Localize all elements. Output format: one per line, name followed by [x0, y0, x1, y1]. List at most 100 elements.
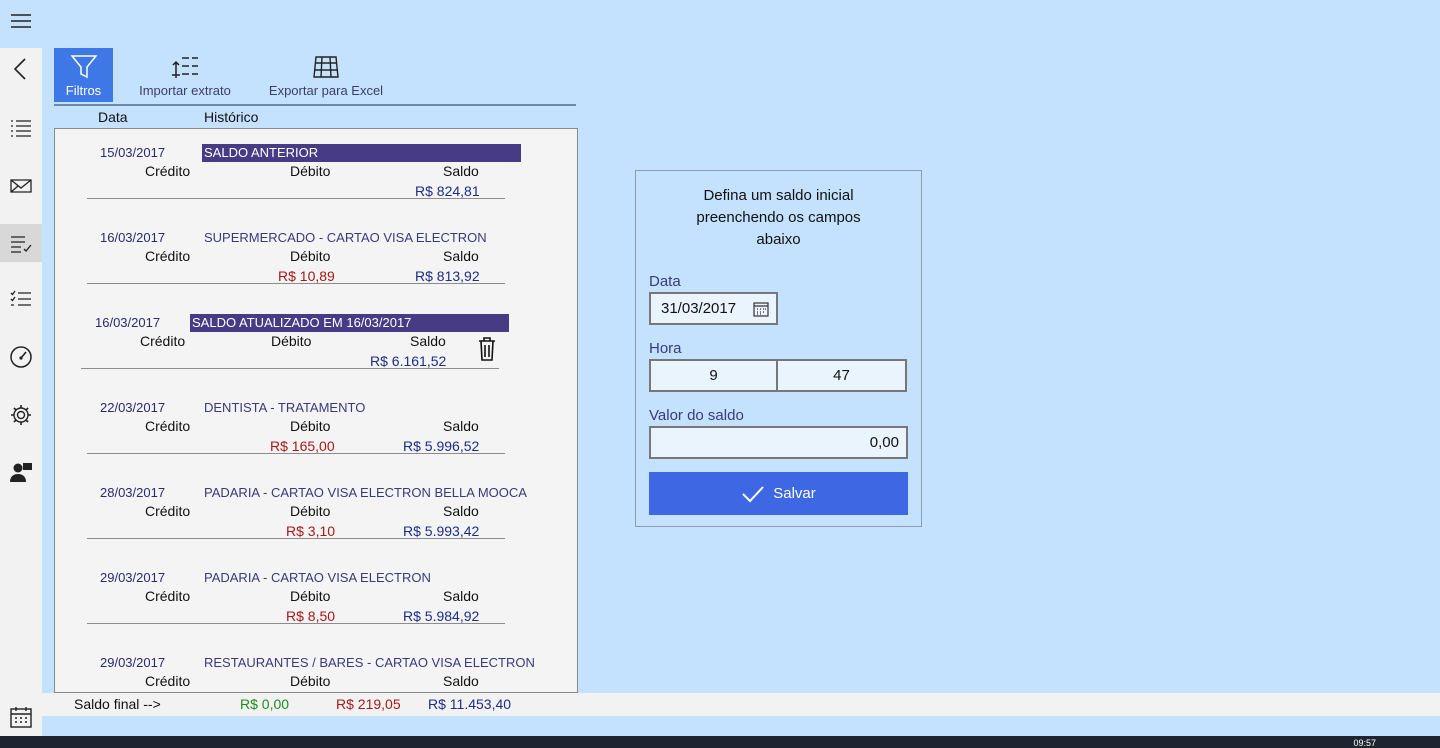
- list-item[interactable]: 22/03/2017 DENTISTA - TRATAMENTO Crédito…: [55, 384, 555, 469]
- entry-separator: [87, 623, 505, 624]
- saldo-label: Saldo: [410, 333, 446, 349]
- entry-date: 29/03/2017: [100, 655, 166, 670]
- salvar-button[interactable]: Salvar: [649, 472, 908, 515]
- nav-dashboard-button[interactable]: [0, 338, 42, 376]
- gear-icon: [11, 405, 31, 425]
- credito-label: Crédito: [145, 163, 191, 179]
- entry-separator: [81, 368, 499, 369]
- entry-historico: PADARIA - CARTAO VISA ELECTRON: [204, 570, 431, 585]
- nav-calendar-button[interactable]: [0, 698, 42, 736]
- debito-label: Débito: [290, 503, 331, 519]
- entry-date: 16/03/2017: [100, 230, 166, 245]
- filtros-label: Filtros: [65, 83, 102, 98]
- entry-separator: [87, 283, 505, 284]
- entry-saldo: R$ 5.993,42: [403, 523, 480, 539]
- gauge-icon: [10, 346, 32, 368]
- list-item[interactable]: 29/03/2017 PADARIA - CARTAO VISA ELECTRO…: [55, 554, 555, 639]
- saldo-final-saldo: R$ 11.453,40: [428, 696, 512, 712]
- saldo-label: Saldo: [443, 163, 479, 179]
- filtros-button[interactable]: Filtros: [54, 48, 113, 102]
- list-item[interactable]: 16/03/2017 SALDO ATUALIZADO EM 16/03/201…: [55, 299, 555, 384]
- data-label: Data: [649, 273, 681, 290]
- entry-date: 29/03/2017: [100, 570, 166, 585]
- trash-icon[interactable]: [476, 336, 498, 362]
- entry-date: 22/03/2017: [100, 400, 166, 415]
- column-header-data: Data: [98, 109, 128, 125]
- tasks-icon: [10, 290, 31, 306]
- nav-mail-button[interactable]: [0, 167, 42, 205]
- date-value: 31/03/2017: [661, 300, 737, 317]
- form-title-line2: preenchendo os campos: [696, 209, 861, 226]
- saldo-label: Saldo: [443, 588, 479, 604]
- form-title-line3: abaixo: [756, 231, 801, 248]
- credito-label: Crédito: [145, 248, 191, 264]
- saldo-final-label: Saldo final -->: [74, 696, 161, 712]
- entry-date: 16/03/2017: [95, 315, 161, 330]
- nav-user-button[interactable]: [0, 453, 42, 491]
- form-title-line1: Defina um saldo inicial: [703, 187, 854, 204]
- entry-saldo: R$ 6.161,52: [370, 353, 447, 369]
- debito-label: Débito: [290, 418, 331, 434]
- credito-label: Crédito: [145, 503, 191, 519]
- debito-label: Débito: [290, 163, 331, 179]
- debito-label: Débito: [290, 588, 331, 604]
- entry-historico: SUPERMERCADO - CARTAO VISA ELECTRON: [204, 230, 487, 245]
- nav-tasks-button[interactable]: [0, 280, 42, 318]
- importar-extrato-button[interactable]: Importar extrato: [130, 48, 240, 102]
- entry-historico: PADARIA - CARTAO VISA ELECTRON BELLA MOO…: [204, 485, 527, 500]
- back-button[interactable]: [0, 50, 42, 88]
- credito-label: Crédito: [145, 418, 191, 434]
- saldo-label: Saldo: [443, 418, 479, 434]
- checklist-icon: [11, 236, 32, 253]
- form-title: Defina um saldo inicial preenchendo os c…: [636, 185, 921, 251]
- list-item[interactable]: 16/03/2017 SUPERMERCADO - CARTAO VISA EL…: [55, 214, 555, 299]
- toolbar-divider: [54, 104, 576, 106]
- calendar-icon: [753, 302, 769, 317]
- saldo-label: Saldo: [443, 673, 479, 689]
- import-icon: [172, 57, 198, 78]
- nav-extrato-button[interactable]: [0, 224, 42, 262]
- exportar-excel-button[interactable]: Exportar para Excel: [262, 48, 390, 102]
- list-item[interactable]: 15/03/2017 SALDO ANTERIOR Crédito Débito…: [55, 129, 555, 214]
- salvar-label: Salvar: [773, 485, 816, 502]
- minute-value: 47: [833, 367, 850, 384]
- taskbar-clock: 09:57: [1353, 738, 1376, 748]
- back-icon: [13, 58, 26, 80]
- list-item[interactable]: 28/03/2017 PADARIA - CARTAO VISA ELECTRO…: [55, 469, 555, 554]
- grid-icon: [313, 56, 339, 78]
- entry-historico: SALDO ATUALIZADO EM 16/03/2017: [190, 314, 509, 332]
- entry-date: 15/03/2017: [100, 145, 166, 160]
- transactions-list[interactable]: 15/03/2017 SALDO ANTERIOR Crédito Débito…: [54, 128, 578, 693]
- filter-icon: [69, 55, 98, 79]
- saldo-inicial-form: Defina um saldo inicial preenchendo os c…: [635, 170, 922, 527]
- list-item[interactable]: 29/03/2017 RESTAURANTES / BARES - CARTAO…: [55, 639, 555, 692]
- hora-label: Hora: [649, 340, 682, 357]
- exportar-label: Exportar para Excel: [268, 83, 384, 98]
- hour-value: 9: [709, 367, 718, 384]
- nav-settings-button[interactable]: [0, 396, 42, 434]
- credito-label: Crédito: [140, 333, 186, 349]
- mail-icon: [10, 179, 32, 193]
- entry-saldo: R$ 824,81: [415, 183, 480, 199]
- hamburger-menu-button[interactable]: [0, 2, 42, 40]
- entry-saldo: R$ 813,92: [415, 268, 480, 284]
- entry-debito: R$ 165,00: [270, 438, 335, 454]
- nav-list-button[interactable]: [0, 108, 42, 146]
- entry-debito: R$ 8,50: [286, 608, 336, 624]
- column-header-historico: Histórico: [204, 109, 259, 125]
- entry-historico: DENTISTA - TRATAMENTO: [204, 400, 366, 415]
- debito-label: Débito: [271, 333, 312, 349]
- entry-saldo: R$ 5.984,92: [403, 608, 480, 624]
- minute-picker[interactable]: 47: [776, 359, 907, 392]
- calendar-icon: [10, 707, 32, 728]
- hour-picker[interactable]: 9: [649, 359, 778, 392]
- credito-label: Crédito: [145, 588, 191, 604]
- valor-saldo-input[interactable]: 0,00: [649, 426, 908, 459]
- entry-date: 28/03/2017: [100, 485, 166, 500]
- date-picker[interactable]: 31/03/2017: [649, 292, 778, 325]
- entry-separator: [87, 198, 505, 199]
- user-icon: [10, 463, 32, 482]
- saldo-final-credito: R$ 0,00: [240, 696, 290, 712]
- entry-debito: R$ 3,10: [286, 523, 336, 539]
- taskbar: 09:57: [0, 736, 1440, 748]
